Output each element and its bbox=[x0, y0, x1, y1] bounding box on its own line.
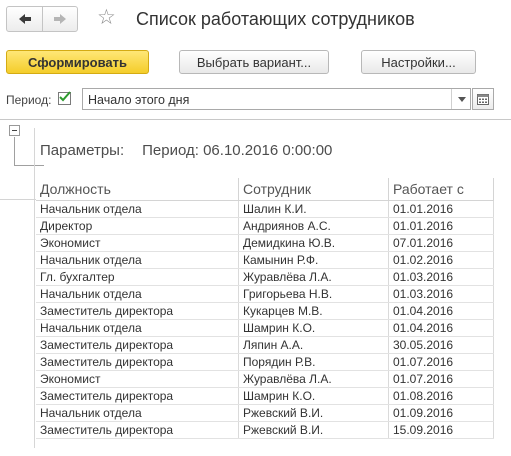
arrow-right-icon bbox=[54, 14, 66, 24]
cell-start-date[interactable]: 01.03.2016 bbox=[388, 268, 494, 286]
cell-start-date[interactable]: 01.01.2016 bbox=[388, 200, 494, 218]
cell-position[interactable]: Директор bbox=[36, 217, 239, 235]
table-row[interactable]: Гл. бухгалтер Журавлёва Л.А. 01.03.2016 bbox=[36, 268, 494, 286]
table-row[interactable]: Заместитель директора Ржевский В.И. 15.09.… bbox=[36, 421, 494, 439]
cell-start-date[interactable]: 01.07.2016 bbox=[388, 370, 494, 388]
table-row[interactable]: Начальник отдела Григорьева Н.В. 01.03.201… bbox=[36, 285, 494, 303]
group-line bbox=[14, 137, 15, 165]
cell-employee[interactable]: Шамрин К.О. bbox=[238, 319, 389, 337]
table-row[interactable]: Заместитель директора Порядин Р.В. 01.07.2… bbox=[36, 353, 494, 371]
calendar-button[interactable] bbox=[472, 88, 494, 110]
settings-button[interactable]: Настройки... bbox=[361, 50, 476, 74]
calendar-icon bbox=[477, 93, 489, 105]
cell-position[interactable]: Начальник отдела bbox=[36, 319, 239, 337]
cell-start-date[interactable]: 07.01.2016 bbox=[388, 234, 494, 252]
cell-position[interactable]: Гл. бухгалтер bbox=[36, 268, 239, 286]
cell-employee[interactable]: Ржевский В.И. bbox=[238, 404, 389, 422]
column-header-start-date[interactable]: Работает с bbox=[388, 178, 494, 201]
table-row[interactable]: Экономист Демидкина Ю.В. 07.01.2016 bbox=[36, 234, 494, 252]
table-row[interactable]: Начальник отдела Шалин К.И. 01.01.2016 bbox=[36, 200, 494, 218]
back-button[interactable] bbox=[7, 7, 42, 31]
cell-start-date[interactable]: 01.02.2016 bbox=[388, 251, 494, 269]
cell-employee[interactable]: Ржевский В.И. bbox=[238, 421, 389, 439]
table-row[interactable]: Заместитель директора Шамрин К.О. 01.08.20… bbox=[36, 387, 494, 405]
cell-start-date[interactable]: 01.04.2016 bbox=[388, 319, 494, 337]
page-title: Список работающих сотрудников bbox=[136, 9, 415, 29]
arrow-left-icon bbox=[18, 14, 31, 24]
period-dropdown-button[interactable] bbox=[451, 89, 471, 109]
group-line bbox=[14, 165, 44, 166]
cell-start-date[interactable]: 01.01.2016 bbox=[388, 217, 494, 235]
cell-employee[interactable]: Ляпин А.А. bbox=[238, 336, 389, 354]
checkmark-icon bbox=[59, 91, 71, 102]
cell-position[interactable]: Заместитель директора bbox=[36, 353, 239, 371]
forward-button[interactable] bbox=[42, 7, 77, 31]
cell-position[interactable]: Начальник отдела bbox=[36, 251, 239, 269]
cell-start-date[interactable]: 30.05.2016 bbox=[388, 336, 494, 354]
table-row[interactable]: Экономист Журавлёва Л.А. 01.07.2016 bbox=[36, 370, 494, 388]
cell-position[interactable]: Начальник отдела bbox=[36, 285, 239, 303]
cell-employee[interactable]: Шалин К.И. bbox=[238, 200, 389, 218]
table-row[interactable]: Начальник отдела Ржевский В.И. 01.09.2016 bbox=[36, 404, 494, 422]
cell-employee[interactable]: Камынин Р.Ф. bbox=[238, 251, 389, 269]
cell-position[interactable]: Заместитель директора bbox=[36, 336, 239, 354]
divider bbox=[34, 128, 35, 448]
divider bbox=[0, 199, 36, 200]
table-row[interactable]: Заместитель директора Кукарцев М.В. 01.04.… bbox=[36, 302, 494, 320]
cell-position[interactable]: Начальник отдела bbox=[36, 200, 239, 218]
cell-position[interactable]: Заместитель директора bbox=[36, 302, 239, 320]
cell-employee[interactable]: Шамрин К.О. bbox=[238, 387, 389, 405]
table-row[interactable]: Заместитель директора Ляпин А.А. 30.05.201… bbox=[36, 336, 494, 354]
chevron-down-icon bbox=[457, 96, 466, 102]
table-header-row: Должность Сотрудник Работает с bbox=[36, 178, 494, 201]
cell-start-date[interactable]: 01.09.2016 bbox=[388, 404, 494, 422]
report-parameters: Параметры: Период: 06.10.2016 0:00:00 bbox=[40, 142, 332, 159]
cell-employee[interactable]: Андриянов А.С. bbox=[238, 217, 389, 235]
cell-start-date[interactable]: 01.07.2016 bbox=[388, 353, 494, 371]
cell-position[interactable]: Экономист bbox=[36, 370, 239, 388]
cell-start-date[interactable]: 15.09.2016 bbox=[388, 421, 494, 439]
table-row[interactable]: Начальник отдела Шамрин К.О. 01.04.2016 bbox=[36, 319, 494, 337]
table-row[interactable]: Начальник отдела Камынин Р.Ф. 01.02.2016 bbox=[36, 251, 494, 269]
parameters-value: Период: 06.10.2016 0:00:00 bbox=[142, 142, 333, 159]
cell-employee[interactable]: Григорьева Н.В. bbox=[238, 285, 389, 303]
period-label: Период: bbox=[6, 93, 52, 107]
cell-position[interactable]: Экономист bbox=[36, 234, 239, 252]
cell-employee[interactable]: Журавлёва Л.А. bbox=[238, 268, 389, 286]
period-value: Начало этого дня bbox=[88, 93, 190, 107]
cell-start-date[interactable]: 01.08.2016 bbox=[388, 387, 494, 405]
cell-start-date[interactable]: 01.04.2016 bbox=[388, 302, 494, 320]
cell-start-date[interactable]: 01.03.2016 bbox=[388, 285, 494, 303]
table-row[interactable]: Директор Андриянов А.С. 01.01.2016 bbox=[36, 217, 494, 235]
collapse-group-icon[interactable] bbox=[9, 125, 20, 136]
cell-position[interactable]: Начальник отдела bbox=[36, 404, 239, 422]
choose-variant-button[interactable]: Выбрать вариант... bbox=[179, 50, 329, 74]
period-checkbox[interactable] bbox=[58, 91, 71, 105]
cell-position[interactable]: Заместитель директора bbox=[36, 387, 239, 405]
cell-employee[interactable]: Кукарцев М.В. bbox=[238, 302, 389, 320]
column-header-position[interactable]: Должность bbox=[36, 178, 239, 201]
cell-position[interactable]: Заместитель директора bbox=[36, 421, 239, 439]
report-table: Должность Сотрудник Работает с Начальник… bbox=[36, 178, 494, 439]
cell-employee[interactable]: Порядин Р.В. bbox=[238, 353, 389, 371]
cell-employee[interactable]: Журавлёва Л.А. bbox=[238, 370, 389, 388]
cell-employee[interactable]: Демидкина Ю.В. bbox=[238, 234, 389, 252]
column-header-employee[interactable]: Сотрудник bbox=[238, 178, 389, 201]
generate-button[interactable]: Сформировать bbox=[6, 50, 149, 74]
star-icon[interactable]: ☆ bbox=[97, 7, 116, 29]
navigation-buttons bbox=[6, 6, 78, 32]
parameters-label: Параметры: bbox=[40, 142, 125, 159]
